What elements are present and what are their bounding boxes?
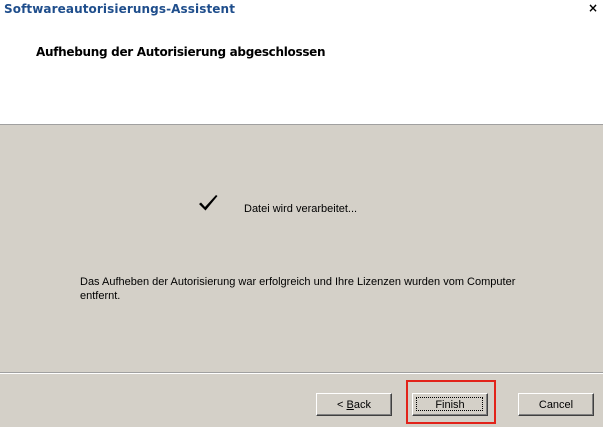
footer-separator — [0, 372, 603, 374]
page-title: Aufhebung der Autorisierung abgeschlosse… — [36, 45, 326, 59]
window-title: Softwareautorisierungs-Assistent — [4, 2, 236, 16]
cancel-button-label: Cancel — [538, 399, 574, 411]
result-message: Das Aufheben der Autorisierung war erfol… — [80, 276, 516, 302]
back-rest: ack — [353, 399, 371, 411]
back-button-label: < Back — [337, 399, 371, 411]
back-prefix: < — [337, 399, 347, 411]
wizard-header: Aufhebung der Autorisierung abgeschlosse… — [0, 18, 603, 125]
wizard-content: Datei wird verarbeitet... Das Aufheben d… — [0, 125, 603, 365]
back-button[interactable]: < Back — [316, 393, 392, 416]
close-icon[interactable]: × — [585, 1, 601, 16]
title-bar[interactable]: Softwareautorisierungs-Assistent × — [0, 0, 603, 18]
cancel-button[interactable]: Cancel — [518, 393, 594, 416]
wizard-window: Softwareautorisierungs-Assistent × Aufhe… — [0, 0, 603, 427]
checkmark-icon — [199, 195, 218, 211]
finish-button-label: Finish — [435, 399, 465, 411]
back-mnemonic: B — [346, 399, 354, 411]
finish-button[interactable]: Finish — [412, 393, 488, 416]
status-text: Datei wird verarbeitet... — [244, 203, 358, 215]
